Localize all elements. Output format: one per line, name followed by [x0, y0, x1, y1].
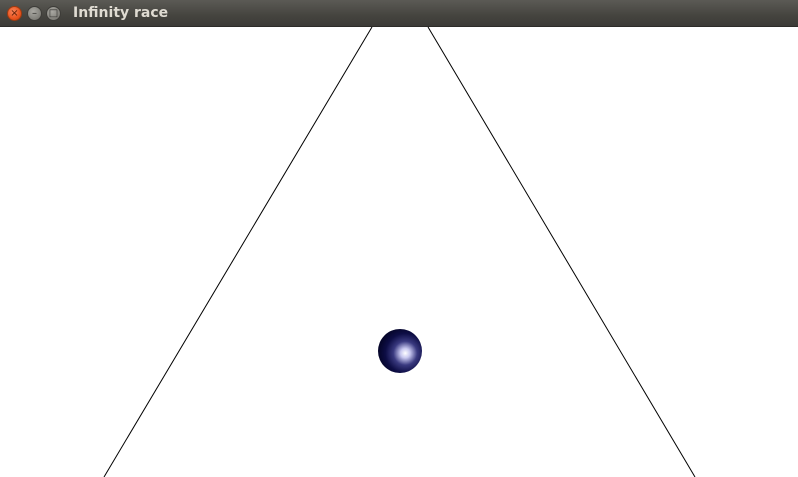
close-icon: ×: [10, 7, 19, 19]
window-title: Infinity race: [73, 5, 169, 21]
game-scene: [103, 27, 696, 477]
minimize-button[interactable]: –: [27, 6, 42, 21]
maximize-button[interactable]: □: [46, 6, 61, 21]
minimize-icon: –: [32, 7, 37, 19]
player-ball: [378, 329, 422, 373]
track-left-edge: [103, 27, 373, 477]
game-canvas[interactable]: [0, 27, 798, 477]
window-titlebar[interactable]: × – □ Infinity race: [0, 0, 798, 27]
maximize-icon: □: [48, 7, 59, 19]
close-button[interactable]: ×: [7, 6, 22, 21]
track-right-edge: [427, 27, 696, 477]
app-window: × – □ Infinity race: [0, 0, 798, 477]
